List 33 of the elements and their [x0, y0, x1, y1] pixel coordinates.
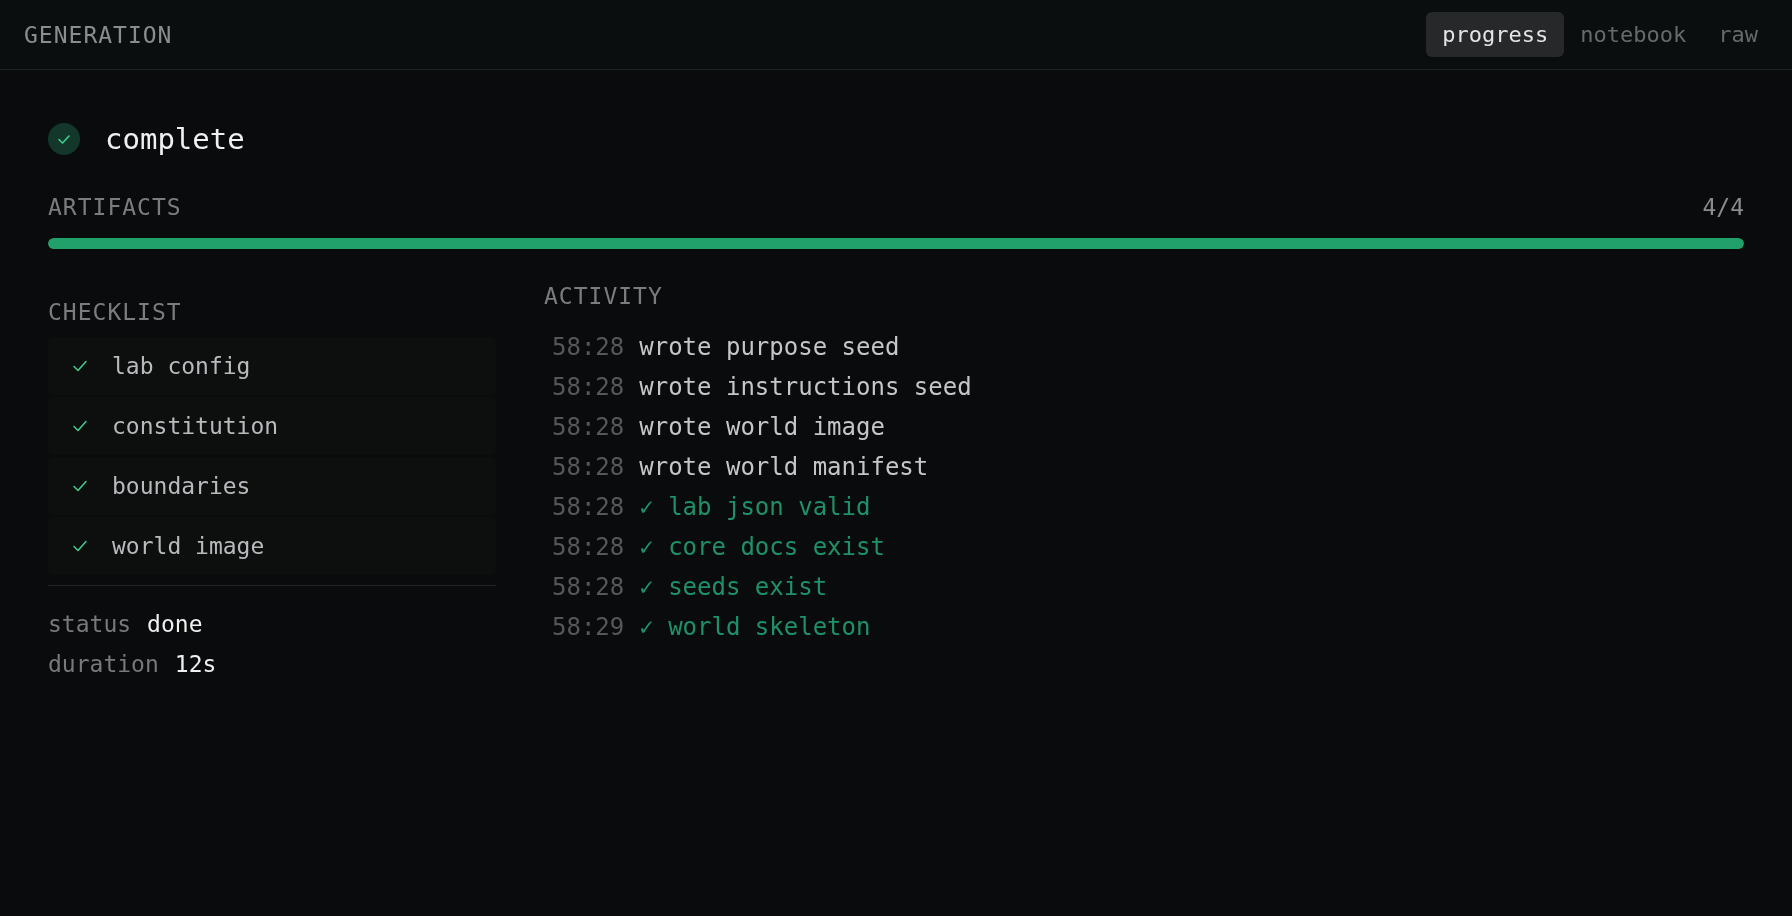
log-time: 58:28 — [552, 372, 625, 403]
checklist-item: boundaries — [48, 457, 496, 515]
section-title: ACTIVITY — [544, 283, 664, 309]
section-title: GENERATION — [24, 21, 173, 48]
section-title: ARTIFACTS — [48, 194, 182, 220]
log-message: ✓ lab json valid — [639, 492, 871, 523]
checklist-item: world image — [48, 517, 496, 575]
detail-label: status — [48, 610, 132, 639]
log-message: wrote world image — [639, 412, 885, 443]
log-time: 58:28 — [552, 332, 625, 363]
status-label: complete — [105, 122, 245, 156]
log-time: 58:28 — [552, 532, 625, 563]
log-message: wrote purpose seed — [639, 332, 900, 363]
log-message: wrote instructions seed — [639, 372, 972, 403]
view-tab[interactable]: progress — [1426, 12, 1565, 57]
detail-label: duration — [48, 650, 159, 679]
log-time: 58:28 — [552, 572, 625, 603]
log-time: 58:29 — [552, 612, 625, 643]
log-time: 58:28 — [552, 492, 625, 523]
section-title: CHECKLIST — [48, 299, 183, 325]
log-time: 58:28 — [552, 452, 625, 483]
detail-value: 12s — [174, 650, 217, 679]
artifact-count: 4/4 — [1702, 194, 1744, 220]
log-message: wrote world manifest — [639, 452, 929, 483]
checklist-item: lab config — [48, 337, 496, 395]
detail-value: done — [147, 610, 203, 639]
view-tab[interactable]: notebook — [1564, 12, 1703, 57]
checklist-item: constitution — [48, 397, 496, 455]
log-message: ✓ world skeleton — [639, 612, 871, 643]
log-message: ✓ seeds exist — [639, 572, 828, 603]
view-tab[interactable]: raw — [1702, 12, 1774, 57]
log-message: ✓ core docs exist — [639, 532, 885, 563]
log-time: 58:28 — [552, 412, 625, 443]
